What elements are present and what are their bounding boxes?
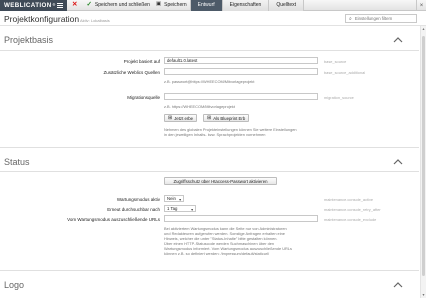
brand-mark: ® xyxy=(52,3,56,7)
section-title: Status xyxy=(4,157,30,167)
save-and-close-label: Speichern und schließen xyxy=(94,2,150,8)
chevron-up-icon[interactable] xyxy=(393,281,403,289)
scrollbar[interactable]: ▲ ▼ xyxy=(420,26,426,298)
scrollbar-thumb[interactable] xyxy=(422,36,425,276)
chevron-down-icon: ▾ xyxy=(179,198,181,202)
scroll-up-icon[interactable]: ▲ xyxy=(421,27,426,31)
migration-source-input[interactable] xyxy=(164,93,318,100)
divider xyxy=(0,50,419,51)
inherit-icon: ⊞ xyxy=(168,115,173,121)
field-id: base_source_additional xyxy=(324,70,366,75)
inherit-now-label: Jetzt erbe xyxy=(174,115,194,121)
blueprint-button[interactable]: ⊞ Als Blueprint Erb xyxy=(203,114,250,122)
inherit-now-button[interactable]: ⊞ Jetzt erbe xyxy=(164,114,198,122)
inherit-help-line: in den jeweiligen Inhalts- bzw. Sprachpr… xyxy=(164,132,266,137)
field-label-weblics: Zusätzliche Weblics Quellen xyxy=(103,70,160,75)
field-label-migration: Migrationsquelle xyxy=(127,95,160,100)
based-on-input[interactable]: default1.0.latest xyxy=(164,57,318,64)
page-header: Projektkonfiguration Aktiv: Lokalbasis ⌕… xyxy=(0,11,426,26)
field-id: base_source xyxy=(324,59,347,64)
page-title: Projektkonfiguration xyxy=(4,14,80,24)
section-projektbasis-header[interactable]: Projektbasis xyxy=(0,33,419,48)
section-logo-header[interactable]: Logo xyxy=(0,278,419,293)
floppy-icon: ▣ xyxy=(155,1,162,8)
search-icon: ⌕ xyxy=(349,15,352,22)
save-and-close-button[interactable]: ✓ Speichern und schließen xyxy=(83,0,153,11)
excluded-urls-input[interactable] xyxy=(164,215,318,222)
settings-filter-placeholder: Einstellungen filtern xyxy=(354,16,393,21)
close-button[interactable]: ✕ xyxy=(67,0,83,11)
field-id: migration_source xyxy=(324,95,354,100)
save-label: Speichern xyxy=(164,2,187,8)
window-close-icon[interactable]: × xyxy=(416,0,426,11)
field-label-maintenance: Wartungsmodus aktiv xyxy=(116,197,160,202)
divider xyxy=(0,171,419,172)
field-id: maintenance.console_retry_after xyxy=(324,207,381,212)
htaccess-protect-button[interactable]: Zugriffsschutz über Htaccess-Passwort ak… xyxy=(164,177,277,185)
brand-name: WEBLICATION xyxy=(4,1,52,9)
field-label-based-on: Projekt basiert auf xyxy=(123,59,160,64)
tab-eigenschaften[interactable]: Eigenschaften xyxy=(221,0,269,11)
section-title: Logo xyxy=(4,280,25,290)
field-label-wait-time: Erneut durchsuchbar nach xyxy=(107,207,160,212)
menu-icon[interactable] xyxy=(57,2,63,10)
chevron-up-icon[interactable] xyxy=(393,158,403,166)
check-save-icon: ✓ xyxy=(86,0,92,8)
chevron-down-icon: ▾ xyxy=(191,208,193,212)
field-id: maintenance.console_exclude xyxy=(324,217,377,222)
section-title: Projektbasis xyxy=(4,35,54,45)
field-id: maintenance.console_active xyxy=(324,197,374,202)
brand-logo[interactable]: WEBLICATION ® xyxy=(0,0,67,11)
section-status-header[interactable]: Status xyxy=(0,155,419,170)
wait-time-select[interactable]: 1 Tag ▾ xyxy=(164,205,196,212)
page-subtitle: Aktiv: Lokalbasis xyxy=(80,18,110,23)
field-label-excluded-urls: Vom Wartungsmodus auszuschließende URLs xyxy=(67,217,160,222)
maintenance-help-line: können z.B. so definiert werden: /impres… xyxy=(164,251,270,256)
tab-entwurf[interactable]: Entwurf xyxy=(189,0,222,11)
field-help: z.B. https://WHEECOM/Mitvorlageprojekt xyxy=(164,104,235,109)
close-icon: ✕ xyxy=(72,0,78,8)
maintenance-value: Nein xyxy=(167,196,176,201)
divider xyxy=(0,270,419,271)
settings-filter-input[interactable]: ⌕ Einstellungen filtern xyxy=(345,14,417,23)
maintenance-select[interactable]: Nein ▾ xyxy=(164,195,184,202)
tab-quelltext[interactable]: Quelltext xyxy=(268,0,305,11)
scroll-down-icon[interactable]: ▼ xyxy=(421,293,426,297)
field-help: z.B. passwort@https://WHEECOM/Mitvorlage… xyxy=(164,79,255,84)
weblics-sources-input[interactable] xyxy=(164,68,318,75)
divider xyxy=(0,147,419,148)
blueprint-icon: ⊞ xyxy=(207,115,212,121)
save-button[interactable]: ▣ Speichern xyxy=(153,0,190,11)
wait-time-value: 1 Tag xyxy=(167,206,178,211)
chevron-up-icon[interactable] xyxy=(393,36,403,44)
blueprint-label: Als Blueprint Erb xyxy=(213,115,246,121)
top-toolbar: WEBLICATION ® ✕ ✓ Speichern und schließen… xyxy=(0,0,426,11)
